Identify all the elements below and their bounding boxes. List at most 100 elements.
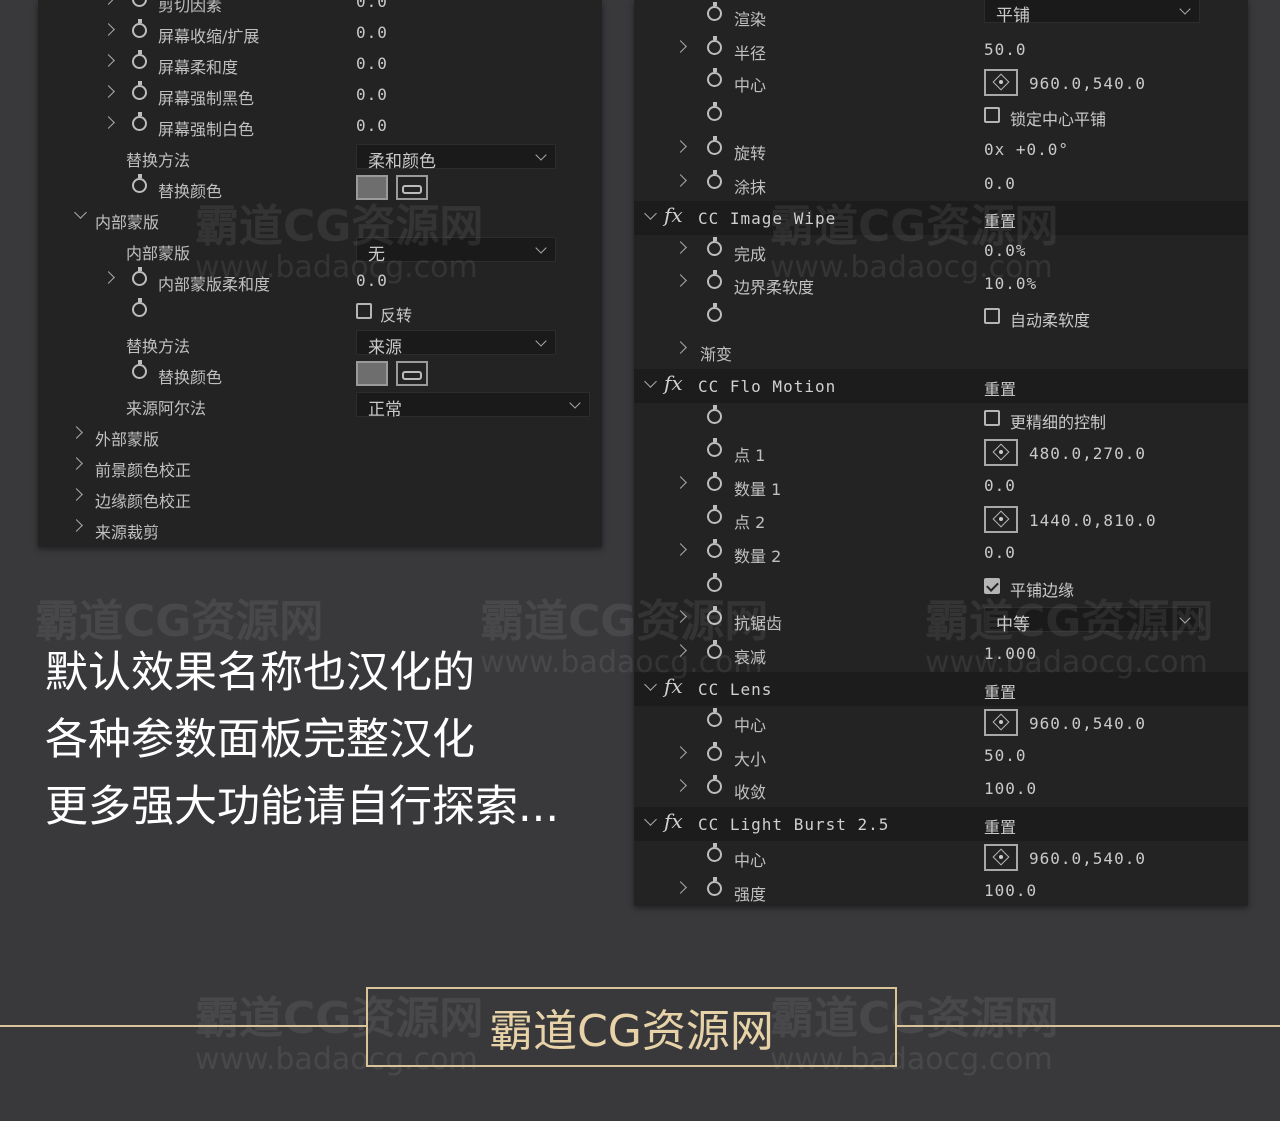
stopwatch-icon[interactable] xyxy=(707,270,722,289)
param-value[interactable]: 50.0 xyxy=(984,40,1027,59)
chevron-right-icon[interactable] xyxy=(674,746,687,759)
point-value[interactable]: 480.0,270.0 xyxy=(1029,444,1146,463)
param-value[interactable]: 0.0 xyxy=(984,543,1016,562)
chevron-right-icon[interactable] xyxy=(70,488,83,501)
param-row[interactable]: 边界柔软度 10.0% xyxy=(634,268,1248,299)
point-value[interactable]: 1440.0,810.0 xyxy=(1029,511,1157,530)
effect-header-row[interactable]: fx CC Image Wipe 重置 xyxy=(634,201,1248,235)
replace-method-dropdown[interactable]: 来源 xyxy=(356,330,556,358)
chevron-right-icon[interactable] xyxy=(674,140,687,153)
chevron-right-icon[interactable] xyxy=(70,426,83,439)
chevron-right-icon[interactable] xyxy=(674,241,687,254)
chevron-right-icon[interactable] xyxy=(102,116,115,129)
chevron-down-icon[interactable] xyxy=(644,678,657,691)
chevron-right-icon[interactable] xyxy=(102,271,115,284)
chevron-right-icon[interactable] xyxy=(674,274,687,287)
stopwatch-icon[interactable] xyxy=(707,708,722,727)
chevron-right-icon[interactable] xyxy=(102,54,115,67)
invert-checkbox[interactable] xyxy=(356,303,372,319)
stopwatch-icon[interactable] xyxy=(707,68,722,87)
stopwatch-icon[interactable] xyxy=(132,81,147,100)
stopwatch-icon[interactable] xyxy=(132,0,147,7)
chevron-right-icon[interactable] xyxy=(674,476,687,489)
replace-method-dropdown[interactable]: 柔和颜色 xyxy=(356,144,556,172)
reset-link[interactable]: 重置 xyxy=(984,376,1016,400)
crosshair-icon[interactable] xyxy=(984,439,1018,466)
stopwatch-icon[interactable] xyxy=(707,775,722,794)
stopwatch-icon[interactable] xyxy=(707,136,722,155)
chevron-right-icon[interactable] xyxy=(674,610,687,623)
chevron-right-icon[interactable] xyxy=(70,457,83,470)
param-value[interactable]: 10.0% xyxy=(984,274,1037,293)
chevron-right-icon[interactable] xyxy=(674,174,687,187)
param-row[interactable]: 衰减 1.000 xyxy=(634,638,1248,669)
param-value[interactable]: 50.0 xyxy=(984,746,1027,765)
param-row[interactable]: 数量 2 0.0 xyxy=(634,537,1248,568)
stopwatch-icon[interactable] xyxy=(132,19,147,38)
group-row[interactable]: 边缘颜色校正 xyxy=(38,482,602,513)
chevron-down-icon[interactable] xyxy=(644,207,657,220)
chevron-right-icon[interactable] xyxy=(674,543,687,556)
point-value[interactable]: 960.0,540.0 xyxy=(1029,714,1146,733)
stopwatch-icon[interactable] xyxy=(707,539,722,558)
param-value[interactable]: 0.0 xyxy=(984,174,1016,193)
stopwatch-icon[interactable] xyxy=(132,298,147,317)
stopwatch-icon[interactable] xyxy=(132,360,147,379)
reset-link[interactable]: 重置 xyxy=(984,814,1016,838)
effect-header-row[interactable]: fx CC Flo Motion 重置 xyxy=(634,369,1248,403)
color-swatch[interactable] xyxy=(356,361,388,386)
stopwatch-icon[interactable] xyxy=(707,36,722,55)
stopwatch-icon[interactable] xyxy=(707,170,722,189)
fx-icon[interactable]: fx xyxy=(664,809,683,833)
reset-link[interactable]: 重置 xyxy=(984,208,1016,232)
stopwatch-icon[interactable] xyxy=(132,112,147,131)
stopwatch-icon[interactable] xyxy=(707,877,722,896)
chevron-right-icon[interactable] xyxy=(70,519,83,532)
stopwatch-icon[interactable] xyxy=(707,843,722,862)
stopwatch-icon[interactable] xyxy=(707,405,722,424)
fx-icon[interactable]: fx xyxy=(664,203,683,227)
param-value[interactable]: 100.0 xyxy=(984,779,1037,798)
stopwatch-icon[interactable] xyxy=(132,267,147,286)
param-row[interactable]: 屏幕收缩/扩展 0.0 xyxy=(38,17,602,48)
crosshair-icon[interactable] xyxy=(984,69,1018,96)
effect-header-row[interactable]: fx CC Lens 重置 xyxy=(634,672,1248,706)
chevron-right-icon[interactable] xyxy=(674,779,687,792)
stopwatch-icon[interactable] xyxy=(707,472,722,491)
chevron-right-icon[interactable] xyxy=(674,341,687,354)
auto-softness-checkbox[interactable] xyxy=(984,308,1000,324)
stopwatch-icon[interactable] xyxy=(707,2,722,21)
param-value[interactable]: 0.0 xyxy=(984,476,1016,495)
chevron-down-icon[interactable] xyxy=(74,206,87,219)
chevron-right-icon[interactable] xyxy=(102,23,115,36)
inner-mask-dropdown[interactable]: 无 xyxy=(356,237,556,265)
crosshair-icon[interactable] xyxy=(984,709,1018,736)
color-swatch[interactable] xyxy=(356,175,388,200)
render-dropdown[interactable]: 平铺 xyxy=(984,0,1200,26)
source-alpha-dropdown[interactable]: 正常 xyxy=(356,392,590,420)
param-row[interactable]: 抗锯齿 中等 xyxy=(634,604,1248,635)
param-value[interactable]: 0x +0.0° xyxy=(984,140,1069,159)
param-row[interactable]: 涂抹 0.0 xyxy=(634,168,1248,199)
param-value[interactable]: 0.0% xyxy=(984,241,1027,260)
stopwatch-icon[interactable] xyxy=(707,438,722,457)
stopwatch-icon[interactable] xyxy=(707,303,722,322)
group-row[interactable]: 前景颜色校正 xyxy=(38,451,602,482)
param-row[interactable]: 屏幕强制黑色 0.0 xyxy=(38,79,602,110)
chevron-down-icon[interactable] xyxy=(644,813,657,826)
fx-icon[interactable]: fx xyxy=(664,371,683,395)
chevron-right-icon[interactable] xyxy=(674,881,687,894)
param-row[interactable]: 大小 50.0 xyxy=(634,740,1248,771)
param-value[interactable]: 0.0 xyxy=(356,116,388,135)
lock-center-tile-checkbox[interactable] xyxy=(984,107,1000,123)
param-value[interactable]: 0.0 xyxy=(356,54,388,73)
stopwatch-icon[interactable] xyxy=(707,102,722,121)
param-row[interactable]: 屏幕强制白色 0.0 xyxy=(38,110,602,141)
group-row[interactable]: 内部蒙版 xyxy=(38,203,602,234)
stopwatch-icon[interactable] xyxy=(132,50,147,69)
reset-link[interactable]: 重置 xyxy=(984,679,1016,703)
finer-controls-checkbox[interactable] xyxy=(984,410,1000,426)
stopwatch-icon[interactable] xyxy=(707,573,722,592)
param-value[interactable]: 0.0 xyxy=(356,0,388,11)
crosshair-icon[interactable] xyxy=(984,844,1018,871)
